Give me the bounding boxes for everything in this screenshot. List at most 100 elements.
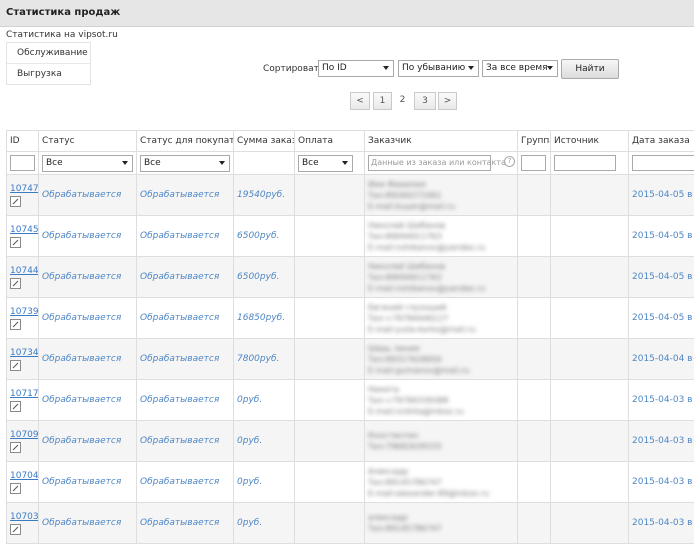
source-filter-input[interactable] [554,155,616,171]
order-id-link[interactable]: 10747 [10,184,35,194]
cell-group [518,421,551,462]
period-value: За все время [486,63,548,73]
column-header[interactable]: Дата заказа [629,131,694,152]
table-row[interactable]: 10703 ОбрабатываетсяОбрабатывается0руб.а… [7,503,694,544]
cell-id: 10739 [7,298,39,339]
order-id-link[interactable]: 10734 [10,348,35,358]
order-id-link[interactable]: 10744 [10,266,35,276]
cell-source [551,257,629,298]
column-header[interactable]: Статус для покупателя [137,131,234,152]
customer-line: Николай Шибанов [368,261,514,272]
pager-prev-button[interactable]: < [350,92,370,110]
order-id-link[interactable]: 10704 [10,471,35,481]
chevron-down-icon [468,66,474,70]
customer-filter-input[interactable]: Данные из заказа или контакта [368,155,491,171]
edit-icon[interactable] [10,401,21,412]
chevron-down-icon [383,66,389,70]
page-subtitle: Статистика на vipsot.ru [6,30,118,40]
cell-buyer-status: Обрабатывается [137,298,234,339]
customer-line: алексадр [368,512,514,523]
cell-source [551,462,629,503]
edit-icon[interactable] [10,237,21,248]
cell-status: Обрабатывается [39,175,137,216]
edit-icon[interactable] [10,483,21,494]
column-header[interactable]: Группа [518,131,551,152]
table-row[interactable]: 10745 ОбрабатываетсяОбрабатывается6500ру… [7,216,694,257]
cell-source [551,503,629,544]
cell-source [551,216,629,257]
column-header[interactable]: Сумма заказа [234,131,295,152]
edit-icon[interactable] [10,319,21,330]
cell-group [518,380,551,421]
cell-date: 2015-04-03 в 23: [629,380,694,421]
customer-line: Тел:89145786747 [368,477,514,488]
date-filter-input[interactable] [632,155,694,171]
cell-date: 2015-04-05 в 14: [629,298,694,339]
cell-source [551,175,629,216]
cell-status: Обрабатывается [39,298,137,339]
sidebar-item-export[interactable]: Выгрузка [7,64,90,84]
cell-customer: НикитаТел:+79784339388E-mail:nnikita@inb… [365,380,518,421]
order-id-link[interactable]: 10717 [10,389,35,399]
cell-status: Обрабатывается [39,216,137,257]
edit-icon[interactable] [10,196,21,207]
order-id-link[interactable]: 10745 [10,225,35,235]
column-header[interactable]: Оплата [295,131,365,152]
help-icon[interactable]: ? [504,156,515,167]
status-filter-select[interactable]: Все [42,155,133,172]
sidebar-item-service[interactable]: Обслуживание [7,43,90,64]
pager-next-button[interactable]: > [438,92,457,110]
pager-page-1[interactable]: 1 [373,92,392,110]
group-filter-input[interactable] [521,155,546,171]
customer-line: Тел:+79784446127 [368,313,514,324]
column-header[interactable]: ID [7,131,39,152]
pager-page-3[interactable]: 3 [414,92,436,110]
cell-buyer-status: Обрабатывается [137,216,234,257]
cell-id: 10734 [7,339,39,380]
payment-filter-select[interactable]: Все [298,155,353,172]
period-select[interactable]: За все время [482,60,558,77]
customer-line: Имя Фамилия [368,179,514,190]
column-header[interactable]: Заказчик [365,131,518,152]
cell-customer: Шерь линияТел:89317628656E-mail:gumanov@… [365,339,518,380]
cell-sum: 7800руб. [234,339,295,380]
cell-payment [295,175,365,216]
table-row[interactable]: 10734 ОбрабатываетсяОбрабатывается7800ру… [7,339,694,380]
order-id-link[interactable]: 10703 [10,512,35,522]
customer-line: E-mail:gumanov@mail.ru [368,365,514,376]
cell-sum: 16850руб. [234,298,295,339]
table-row[interactable]: 10704 ОбрабатываетсяОбрабатывается0руб.А… [7,462,694,503]
sort-field-select[interactable]: По ID [318,60,394,77]
column-header[interactable]: Источник [551,131,629,152]
id-filter-input[interactable] [10,155,35,171]
edit-icon[interactable] [10,442,21,453]
chevron-down-icon [122,161,128,165]
table-row[interactable]: 10717 ОбрабатываетсяОбрабатывается0руб.Н… [7,380,694,421]
edit-icon[interactable] [10,278,21,289]
cell-group [518,175,551,216]
customer-line: Тел:89317628656 [368,354,514,365]
customer-info: алексадрТел:89145786747 [368,512,514,534]
cell-buyer-status: Обрабатывается [137,421,234,462]
find-button[interactable]: Найти [561,59,619,79]
cell-status: Обрабатывается [39,339,137,380]
order-id-link[interactable]: 10709 [10,430,35,440]
cell-source [551,380,629,421]
cell-buyer-status: Обрабатывается [137,257,234,298]
cell-date: 2015-04-05 в 19: [629,216,694,257]
buyer-status-filter-select[interactable]: Все [140,155,230,172]
cell-status: Обрабатывается [39,421,137,462]
table-row[interactable]: 10739 ОбрабатываетсяОбрабатывается16850р… [7,298,694,339]
table-row[interactable]: 10709 ОбрабатываетсяОбрабатывается0руб.К… [7,421,694,462]
table-row[interactable]: 10747 ОбрабатываетсяОбрабатывается19540р… [7,175,694,216]
order-id-link[interactable]: 10739 [10,307,35,317]
sort-order-select[interactable]: По убыванию [398,60,479,77]
table-row[interactable]: 10744 ОбрабатываетсяОбрабатывается6500ру… [7,257,694,298]
cell-customer: алексадрТел:89145786747 [365,503,518,544]
edit-icon[interactable] [10,524,21,535]
orders-table: ID Статус Статус для покупателя Сумма за… [6,130,694,544]
edit-icon[interactable] [10,360,21,371]
column-header[interactable]: Статус [39,131,137,152]
customer-filter-placeholder: Данные из заказа или контакта [369,158,506,167]
customer-line: Тел:89094911763 [368,231,514,242]
